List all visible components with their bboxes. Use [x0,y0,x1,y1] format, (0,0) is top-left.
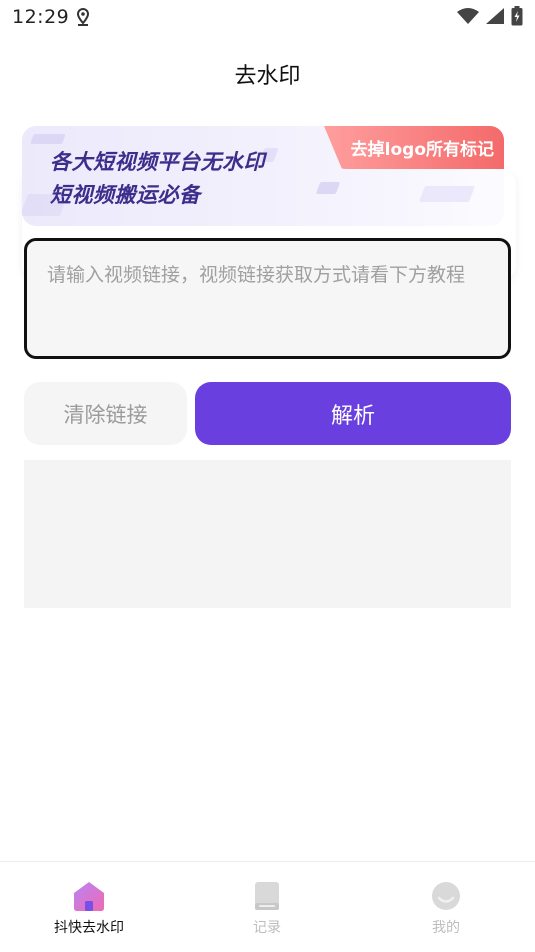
smiley-icon [429,879,463,913]
wifi-icon [457,7,479,29]
bottom-tab-bar: 抖快去水印 记录 我的 [0,861,535,952]
book-icon [250,879,284,913]
video-link-input[interactable] [24,238,511,359]
status-bar: 12:29 [0,0,535,36]
banner-decoration [315,182,341,194]
promo-banner: 各大短视频平台无水印 短视频搬运必备 去掉logo所有标记 [22,126,504,226]
page-title: 去水印 [234,64,301,89]
parse-button[interactable]: 解析 [195,382,511,445]
tab-label: 我的 [432,920,460,936]
result-panel [24,460,511,608]
location-icon [76,7,90,30]
clear-link-button[interactable]: 清除链接 [24,382,187,445]
tab-label: 记录 [253,920,281,936]
banner-tag: 去掉logo所有标记 [324,126,504,169]
tab-remove-watermark[interactable]: 抖快去水印 [0,862,178,952]
banner-headline: 各大短视频平台无水印 [50,150,265,174]
status-time: 12:29 [12,6,70,28]
tab-records[interactable]: 记录 [178,862,356,952]
signal-icon [485,7,505,29]
banner-subheadline: 短视频搬运必备 [50,183,201,207]
battery-icon [511,6,523,30]
banner-decoration [30,134,66,144]
tab-label: 抖快去水印 [54,920,124,936]
banner-decoration [419,186,475,202]
home-icon [72,879,106,913]
tab-profile[interactable]: 我的 [357,862,535,952]
